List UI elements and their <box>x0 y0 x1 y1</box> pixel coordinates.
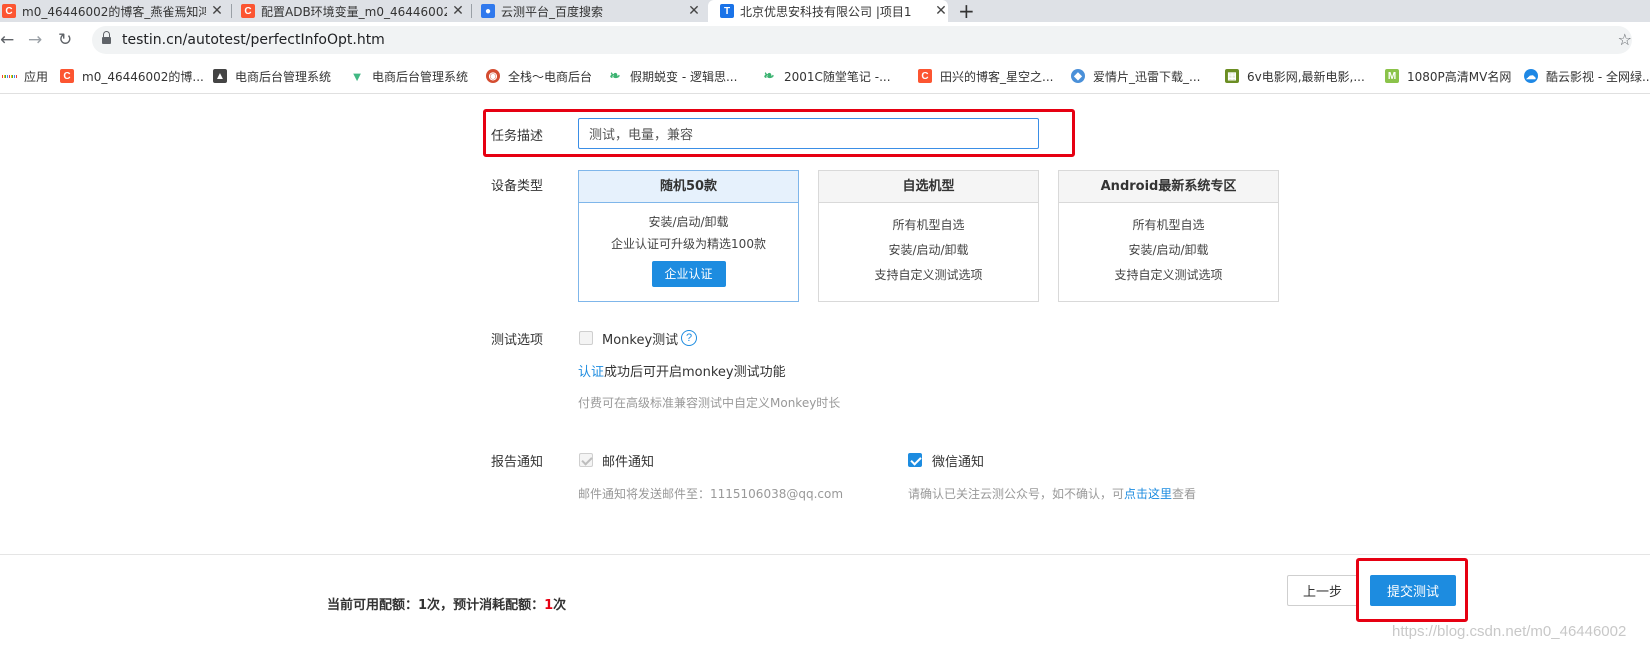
csdn-favicon-icon: C <box>241 4 255 18</box>
site-favicon-icon: ◆ <box>1071 69 1085 83</box>
apps-grid-icon <box>2 69 16 83</box>
test-options-label: 测试选项 <box>491 333 544 348</box>
close-icon[interactable]: ✕ <box>210 3 224 19</box>
csdn-favicon-icon: C <box>2 4 16 18</box>
monkey-test-label: Monkey测试 <box>602 333 679 348</box>
back-arrow-icon[interactable]: ← <box>0 30 14 50</box>
bookmark-star-icon[interactable]: ☆ <box>1618 30 1632 49</box>
device-type-label: 设备类型 <box>491 179 544 194</box>
enterprise-cert-button[interactable]: 企业认证 <box>651 261 726 287</box>
url-text[interactable]: testin.cn/autotest/perfectInfoOpt.htm <box>122 26 385 54</box>
monkey-test-checkbox[interactable] <box>579 331 593 345</box>
previous-step-button[interactable]: 上一步 <box>1287 575 1358 606</box>
card-line: 安装/启动/卸载 <box>1128 243 1209 257</box>
email-notify-label: 邮件通知 <box>602 455 655 470</box>
reload-icon[interactable]: ↻ <box>58 30 72 50</box>
monkey-paid-note: 付费可在高级标准兼容测试中自定义Monkey时长 <box>578 396 841 410</box>
click-here-link[interactable]: 点击这里 <box>1124 487 1172 501</box>
baidu-paw-icon: ● <box>481 4 495 18</box>
browser-tab-bar: C m0_46446002的博客_燕雀焉知鸿 ✕ C 配置ADB环境变量_m0_… <box>0 0 1650 22</box>
forward-arrow-icon[interactable]: → <box>28 30 42 50</box>
csdn-watermark: https://blog.csdn.net/m0_46446002 <box>1392 623 1627 640</box>
submit-test-button[interactable]: 提交测试 <box>1370 575 1456 606</box>
quota-summary: 当前可用配额：1次，预计消耗配额：1次 <box>327 598 567 613</box>
close-icon[interactable]: ✕ <box>451 3 465 19</box>
device-card-random-50[interactable]: 随机50款 安装/启动/卸载 企业认证可升级为精选100款 企业认证 <box>578 170 799 302</box>
monkey-unlock-note: 认证成功后可开启monkey测试功能 <box>578 365 786 380</box>
site-favicon-icon: ◉ <box>486 69 500 83</box>
email-notify-checkbox[interactable] <box>579 453 593 467</box>
bookmark-apps[interactable]: 应用 <box>2 67 48 85</box>
bookmark-fullstack-admin[interactable]: ◉ 全栈～电商后台 <box>486 67 592 85</box>
site-favicon-icon: ▦ <box>1225 69 1239 83</box>
task-desc-label: 任务描述 <box>491 129 544 144</box>
card-title: 自选机型 <box>819 171 1038 203</box>
card-line: 支持自定义测试选项 <box>1114 268 1223 282</box>
close-icon[interactable]: ✕ <box>687 3 701 19</box>
card-title: 随机50款 <box>579 171 798 203</box>
task-desc-input[interactable] <box>578 118 1039 149</box>
bookmark-ecommerce-admin-1[interactable]: ▲ 电商后台管理系统 <box>213 67 331 85</box>
cloud-icon: ☁ <box>1524 69 1538 83</box>
card-line: 支持自定义测试选项 <box>874 268 983 282</box>
lock-icon <box>102 31 111 45</box>
browser-tab-csdn-blog[interactable]: C m0_46446002的博客_燕雀焉知鸿 ✕ <box>0 0 224 22</box>
report-notify-label: 报告通知 <box>491 455 544 470</box>
m-logo-icon: M <box>1385 69 1399 83</box>
email-notify-note: 邮件通知将发送邮件至：1115106038@qq.com <box>578 487 844 501</box>
bookmark-csdn-blog[interactable]: C m0_46446002的博... <box>60 67 204 85</box>
card-line: 所有机型自选 <box>892 218 965 232</box>
card-line: 企业认证可升级为精选100款 <box>611 237 766 251</box>
bookmark-romance-movies[interactable]: ◆ 爱情片_迅雷下载_... <box>1071 67 1200 85</box>
browser-toolbar: ← → ↻ testin.cn/autotest/perfectInfoOpt.… <box>0 22 1650 58</box>
wechat-notify-label: 微信通知 <box>932 455 985 470</box>
device-card-android-latest[interactable]: Android最新系统专区 所有机型自选 安装/启动/卸载 支持自定义测试选项 <box>1058 170 1279 302</box>
help-question-icon[interactable]: ? <box>681 330 697 346</box>
card-line: 所有机型自选 <box>1132 218 1205 232</box>
device-card-custom-models[interactable]: 自选机型 所有机型自选 安装/启动/卸载 支持自定义测试选项 <box>818 170 1039 302</box>
bookmark-6v-movies[interactable]: ▦ 6v电影网,最新电影,... <box>1225 67 1365 85</box>
testin-favicon-icon: T <box>720 4 734 18</box>
footer-divider <box>0 554 1650 555</box>
csdn-favicon-icon: C <box>60 69 74 83</box>
wechat-notify-checkbox[interactable] <box>908 453 922 467</box>
vue-logo-icon: ▼ <box>350 68 364 84</box>
csdn-favicon-icon: C <box>918 69 932 83</box>
bookmark-logic-thinking[interactable]: ❧ 假期蜕变 - 逻辑思... <box>608 67 737 85</box>
browser-tab-baidu-search[interactable]: ● 云测平台_百度搜索 ✕ <box>481 0 701 22</box>
close-icon[interactable]: ✕ <box>934 3 948 19</box>
bookmark-2001c-notes[interactable]: ❧ 2001C随堂笔记 -... <box>762 67 891 85</box>
bookmarks-bar: 应用 C m0_46446002的博... ▲ 电商后台管理系统 ▼ 电商后台管… <box>0 58 1650 94</box>
bookmark-kuyun-video[interactable]: ☁ 酷云影视 - 全网绿... <box>1524 67 1650 85</box>
browser-tab-testin-active[interactable]: T 北京优思安科技有限公司 |项目1 ✕ <box>708 0 948 22</box>
certify-link[interactable]: 认证 <box>578 365 604 380</box>
browser-tab-adb-config[interactable]: C 配置ADB环境变量_m0_46446002 ✕ <box>241 0 465 22</box>
card-line: 安装/启动/卸载 <box>888 243 969 257</box>
wechat-notify-note: 请确认已关注云测公众号，如不确认，可点击这里查看 <box>908 487 1197 501</box>
bookmark-tianxing-blog[interactable]: C 田兴的博客_星空之... <box>918 67 1053 85</box>
new-tab-button[interactable]: + <box>958 0 975 22</box>
leaf-icon: ❧ <box>608 68 622 83</box>
card-title: Android最新系统专区 <box>1059 171 1278 203</box>
leaf-icon: ❧ <box>762 68 776 83</box>
bookmark-ecommerce-admin-2[interactable]: ▼ 电商后台管理系统 <box>350 67 468 85</box>
perfect-info-page: 任务描述 设备类型 随机50款 安装/启动/卸载 企业认证可升级为精选100款 … <box>0 95 1650 651</box>
address-bar[interactable]: testin.cn/autotest/perfectInfoOpt.htm ☆ <box>92 26 1632 54</box>
bookmark-1080p-mv[interactable]: M 1080P高清MV名网 <box>1385 67 1511 85</box>
admin-favicon-icon: ▲ <box>213 69 227 83</box>
card-line: 安装/启动/卸载 <box>648 215 729 229</box>
